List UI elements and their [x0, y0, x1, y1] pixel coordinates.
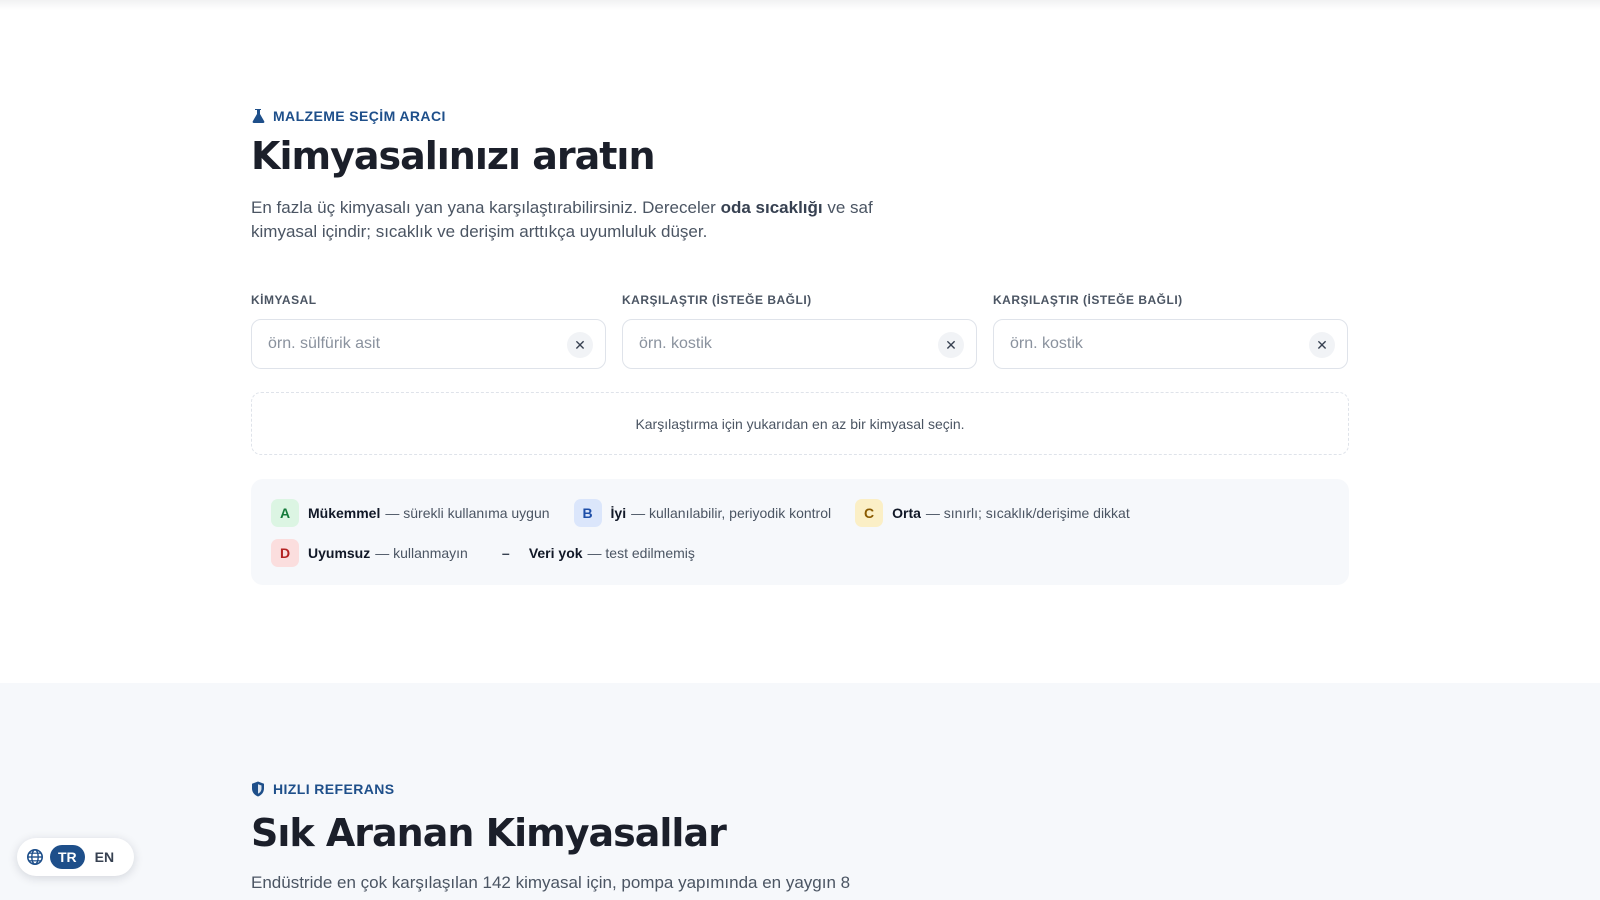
- grade-name: Veri yok: [528, 545, 583, 561]
- grade-badge: –: [501, 545, 510, 561]
- page-title: Kimyasalınızı aratın: [251, 134, 656, 178]
- search-section: MALZEME SEÇİM ARACI Kimyasalınızı aratın…: [0, 0, 1600, 683]
- grade-name: Uyumsuz: [308, 545, 371, 561]
- language-switcher: TR EN: [17, 838, 134, 876]
- grade-desc: — kullanmayın: [375, 545, 468, 561]
- language-option-en[interactable]: EN: [87, 845, 122, 869]
- field-label: KİMYASAL: [251, 293, 317, 307]
- legend-item-a: A Mükemmel — sürekli kullanıma uygun: [271, 499, 550, 527]
- eyebrow-label: HIZLI REFERANS: [273, 781, 395, 797]
- grade-legend: A Mükemmel — sürekli kullanıma uygun B İ…: [251, 479, 1349, 585]
- intro-emphasis: oda sıcaklığı: [720, 198, 823, 217]
- grade-badge: D: [271, 539, 299, 567]
- grade-name: İyi: [610, 505, 627, 521]
- reference-intro: Endüstride en çok karşılaşılan 142 kimya…: [251, 873, 851, 892]
- reference-eyebrow: HIZLI REFERANS: [251, 781, 1349, 797]
- tool-eyebrow: MALZEME SEÇİM ARACI: [251, 108, 1349, 124]
- grade-desc: — test edilmemiş: [587, 545, 695, 561]
- reference-section: HIZLI REFERANS Sık Aranan Kimyasallar En…: [0, 683, 1600, 900]
- eyebrow-label: MALZEME SEÇİM ARACI: [273, 108, 446, 124]
- legend-item-c: C Orta — sınırlı; sıcaklık/derişime dikk…: [855, 499, 1130, 527]
- field-label: KARŞILAŞTIR (İSTEĞE BAĞLI): [622, 293, 812, 307]
- legend-item-d: D Uyumsuz — kullanmayın: [271, 539, 468, 567]
- grade-badge: A: [271, 499, 299, 527]
- clear-icon[interactable]: ✕: [938, 332, 964, 358]
- clear-icon[interactable]: ✕: [567, 332, 593, 358]
- empty-state: Karşılaştırma için yukarıdan en az bir k…: [251, 392, 1349, 455]
- compare-field-1: KARŞILAŞTIR (İSTEĞE BAĞLI) ✕: [622, 293, 977, 369]
- clear-icon[interactable]: ✕: [1309, 332, 1335, 358]
- language-option-tr[interactable]: TR: [50, 845, 85, 869]
- chemical-field: KİMYASAL ✕: [251, 293, 606, 369]
- chemical-search-input[interactable]: [252, 320, 605, 368]
- grade-desc: — kullanılabilir, periyodik kontrol: [631, 505, 832, 521]
- chemical-fields: KİMYASAL ✕ KARŞILAŞTIR (İSTEĞE BAĞLI) ✕ …: [251, 293, 1349, 369]
- field-label: KARŞILAŞTIR (İSTEĞE BAĞLI): [993, 293, 1183, 307]
- compare-input-1[interactable]: [623, 320, 976, 368]
- compare-field-2: KARŞILAŞTIR (İSTEĞE BAĞLI) ✕: [993, 293, 1348, 369]
- grade-name: Orta: [892, 505, 921, 521]
- grade-desc: — sürekli kullanıma uygun: [385, 505, 550, 521]
- grade-badge: C: [855, 499, 884, 527]
- shield-icon: [251, 781, 265, 797]
- section-title: Sık Aranan Kimyasallar: [251, 811, 727, 855]
- compare-input-2[interactable]: [994, 320, 1347, 368]
- grade-name: Mükemmel: [308, 505, 381, 521]
- grade-badge: B: [573, 499, 602, 527]
- flask-icon: [251, 108, 265, 124]
- grade-desc: — sınırlı; sıcaklık/derişime dikkat: [925, 505, 1130, 521]
- legend-item-b: B İyi — kullanılabilir, periyodik kontro…: [573, 499, 832, 527]
- header-shadow: [0, 0, 1600, 10]
- legend-item-none: – Veri yok — test edilmemiş: [492, 539, 695, 567]
- empty-message: Karşılaştırma için yukarıdan en az bir k…: [635, 415, 965, 432]
- intro-text: En fazla üç kimyasalı yan yana karşılaşt…: [251, 198, 873, 241]
- globe-icon: [26, 848, 50, 866]
